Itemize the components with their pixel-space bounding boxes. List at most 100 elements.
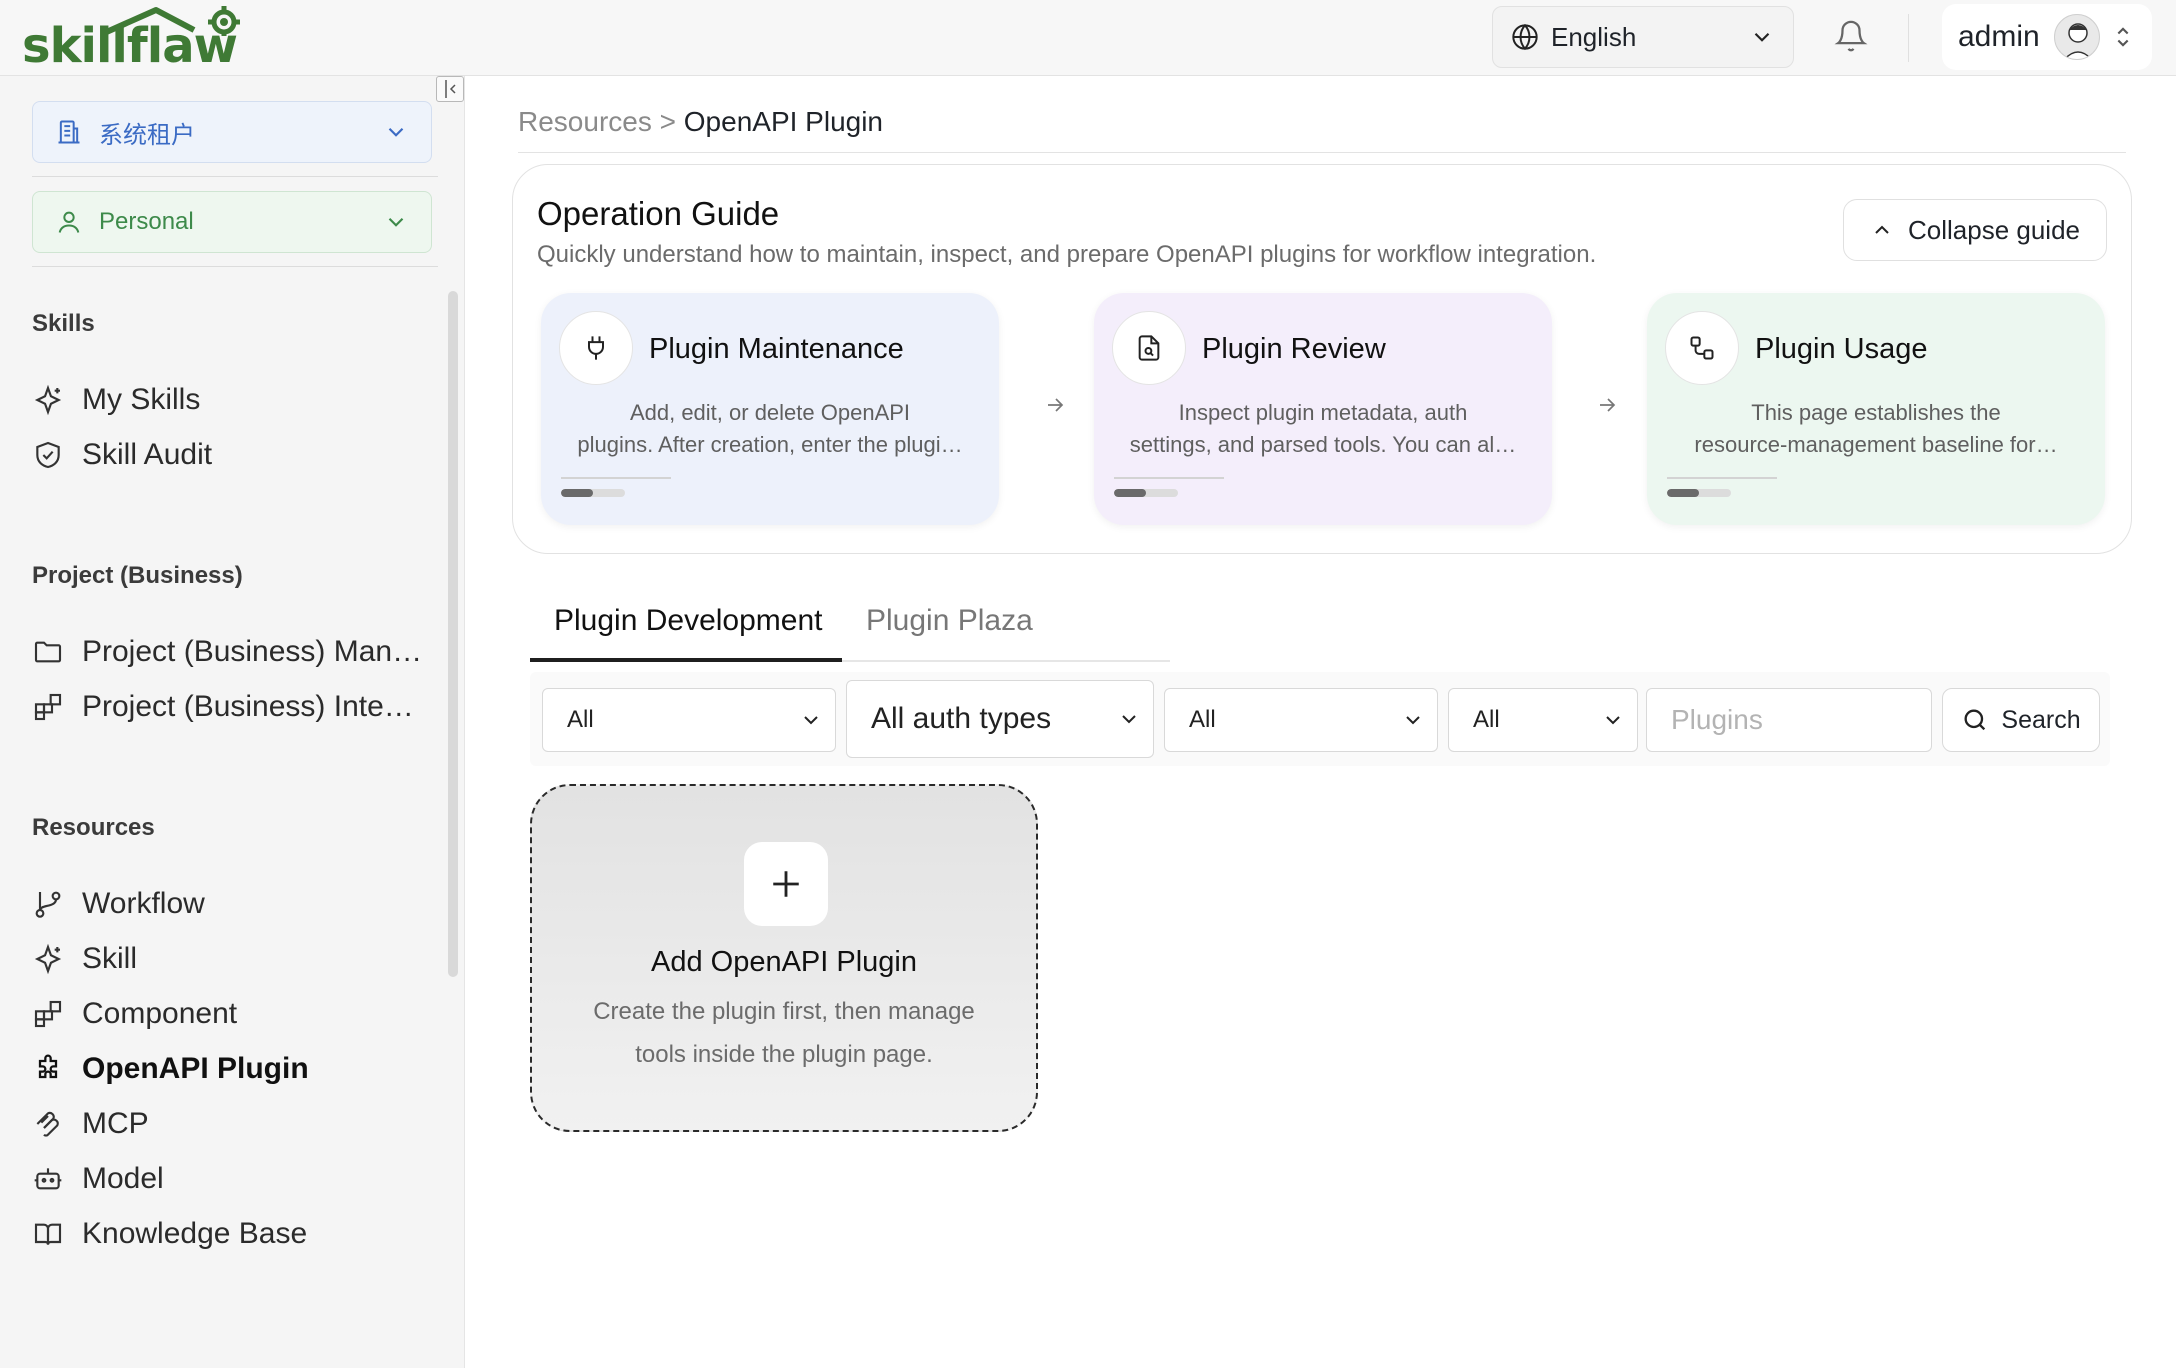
tab-plugin-development[interactable]: Plugin Development <box>554 604 823 638</box>
add-card-title: Add OpenAPI Plugin <box>650 946 917 978</box>
filter-select-4[interactable]: All <box>1448 688 1638 752</box>
plugin-tabs: Plugin Development Plugin Plaza <box>530 586 1170 662</box>
blocks-icon <box>34 693 62 721</box>
sidebar-item-label: Project (Business) Man… <box>82 635 423 668</box>
tenant-label: 系统租户 <box>99 121 195 149</box>
top-bar: skillflaw English admin <box>0 0 2176 76</box>
sidebar-item-my-skills[interactable]: My Skills <box>32 376 200 424</box>
sidebar-item-project-management[interactable]: Project (Business) Man… <box>32 628 422 676</box>
mcp-icon <box>36 1111 59 1137</box>
search-icon <box>1964 709 1986 731</box>
active-tab-indicator <box>530 658 842 662</box>
filter-select-1[interactable]: All <box>542 688 836 752</box>
user-menu[interactable]: admin <box>1942 4 2152 70</box>
logo[interactable]: skillflaw <box>22 6 274 74</box>
workspace-select[interactable]: Personal <box>32 191 432 253</box>
sidebar-item-label: Component <box>82 997 238 1030</box>
add-card-desc: Create the plugin first, then manage too… <box>532 990 1036 1076</box>
chevron-down-icon <box>1406 716 1420 725</box>
sidebar-item-project-integration[interactable]: Project (Business) Inte… <box>32 683 414 731</box>
logo-text: skillflaw <box>22 18 238 74</box>
arrow-right-icon <box>1600 398 1616 412</box>
tenant-select[interactable]: 系统租户 <box>32 101 432 163</box>
chevron-down-icon <box>388 127 404 137</box>
chevron-down-icon <box>1606 716 1620 725</box>
building-icon <box>58 120 80 144</box>
guide-card-desc: This page establishes the resource-manag… <box>1667 397 2085 461</box>
filter-select-3[interactable]: All <box>1164 688 1438 752</box>
guide-card-plugin-usage[interactable]: Plugin Usage This page establishes the r… <box>1647 293 2105 525</box>
sidebar-item-model[interactable]: Model <box>32 1155 164 1203</box>
guide-card-title: Plugin Usage <box>1755 333 1928 365</box>
search-button[interactable]: Search <box>1942 688 2100 752</box>
guide-card-desc-line: settings, and parsed tools. You can al… <box>1129 432 1517 457</box>
plug-icon <box>559 311 633 385</box>
sidebar-item-workflow[interactable]: Workflow <box>32 880 205 928</box>
filter-select-value: All <box>1189 706 1216 733</box>
language-select[interactable]: English <box>1492 6 1794 68</box>
file-search-icon <box>1112 311 1186 385</box>
chevron-down-icon <box>388 217 404 227</box>
sidebar-item-label: Workflow <box>82 887 205 920</box>
operation-guide: Operation Guide Quickly understand how t… <box>512 164 2132 554</box>
guide-card-desc-line: This page establishes the <box>1751 400 2001 425</box>
search-button-label: Search <box>2001 705 2081 734</box>
sidebar-divider <box>32 176 438 177</box>
avatar <box>2053 14 2100 60</box>
chevron-down-icon <box>1122 715 1136 724</box>
tab-plugin-plaza[interactable]: Plugin Plaza <box>866 604 1033 638</box>
filter-select-value: All auth types <box>871 702 1052 735</box>
sidebar-scrollbar[interactable] <box>448 291 458 977</box>
guide-card-progress <box>1114 489 1178 497</box>
sidebar-item-label: MCP <box>82 1107 149 1140</box>
add-card-desc-line: tools inside the plugin page. <box>635 1041 933 1068</box>
sidebar-item-label: My Skills <box>82 383 201 416</box>
guide-card-plugin-maintenance[interactable]: Plugin Maintenance Add, edit, or delete … <box>541 293 999 525</box>
guide-card-title: Plugin Maintenance <box>649 333 904 365</box>
panel-collapse-icon <box>445 80 456 98</box>
header-divider <box>1908 14 1909 62</box>
guide-card-title: Plugin Review <box>1202 333 1386 365</box>
collapse-guide-button[interactable]: Collapse guide <box>1843 199 2107 261</box>
add-openapi-plugin-card[interactable]: Add OpenAPI Plugin Create the plugin fir… <box>530 784 1038 1132</box>
sidebar-item-component[interactable]: Component <box>32 990 237 1038</box>
add-card-desc-line: Create the plugin first, then manage <box>593 998 975 1025</box>
sidebar-item-skill[interactable]: Skill <box>32 935 137 983</box>
sidebar-item-label: Skill Audit <box>82 438 213 471</box>
workspace-label: Personal <box>99 208 194 235</box>
bell-icon[interactable] <box>1834 18 1868 54</box>
sidebar-item-label: Skill <box>82 942 138 975</box>
chevron-down-icon <box>804 716 818 725</box>
sidebar-item-mcp[interactable]: MCP <box>32 1100 149 1148</box>
breadcrumb-current: OpenAPI Plugin <box>683 106 884 137</box>
sidebar-item-skill-audit[interactable]: Skill Audit <box>32 431 212 479</box>
shield-check-icon <box>36 441 60 469</box>
guide-card-desc-line: resource-management baseline for… <box>1694 432 2058 457</box>
section-project: Project (Business) <box>32 562 243 589</box>
sparkle-icon <box>34 943 62 975</box>
guide-subtitle: Quickly understand how to maintain, insp… <box>537 241 1597 268</box>
blocks-icon <box>34 1000 62 1028</box>
sidebar-item-label: Knowledge Base <box>82 1217 308 1250</box>
auth-type-select[interactable]: All auth types <box>846 680 1154 758</box>
guide-card-plugin-review[interactable]: Plugin Review Inspect plugin metadata, a… <box>1094 293 1552 525</box>
breadcrumb-parent[interactable]: Resources <box>518 106 652 137</box>
filter-select-value: All <box>1473 706 1500 733</box>
sidebar-item-openapi-plugin[interactable]: OpenAPI Plugin <box>32 1045 309 1093</box>
guide-card-desc: Inspect plugin metadata, auth settings, … <box>1114 397 1532 461</box>
sidebar-divider <box>32 266 438 267</box>
folder-icon <box>34 641 62 663</box>
plugin-search-input[interactable] <box>1646 688 1932 752</box>
sidebar-collapse-button[interactable] <box>436 76 464 102</box>
chevron-updown-icon <box>2117 27 2129 47</box>
sidebar: 系统租户 Personal Skills My Skills Skill Aud… <box>0 76 465 1368</box>
filter-select-value: All <box>567 706 594 733</box>
section-skills: Skills <box>32 310 95 337</box>
route-icon <box>1665 311 1739 385</box>
chevron-up-icon <box>1875 225 1889 234</box>
sidebar-item-knowledge-base[interactable]: Knowledge Base <box>32 1210 307 1258</box>
section-resources: Resources <box>32 814 155 841</box>
git-branch-icon <box>35 891 61 918</box>
guide-card-progress <box>561 489 625 497</box>
guide-card-desc-line: Add, edit, or delete OpenAPI <box>629 400 911 425</box>
